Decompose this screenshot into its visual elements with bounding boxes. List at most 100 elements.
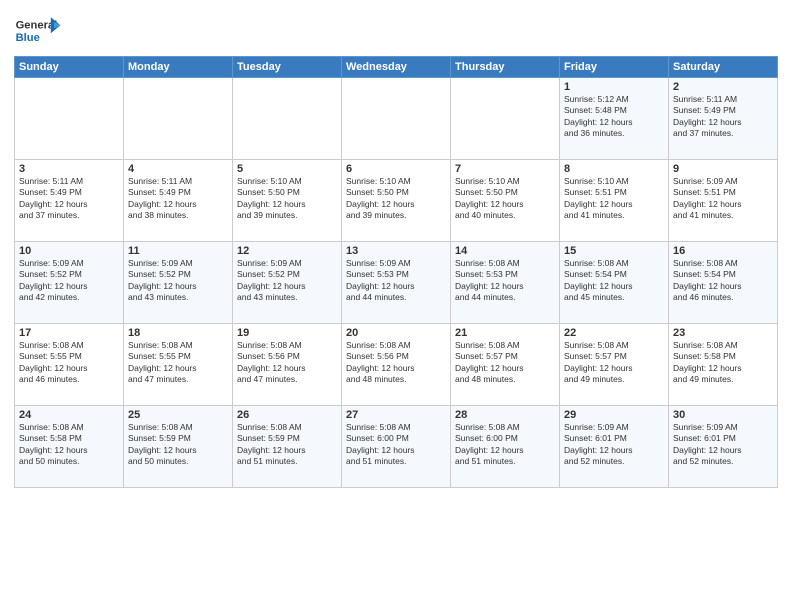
day-number: 16	[673, 245, 773, 257]
day-info: Sunrise: 5:08 AM Sunset: 5:59 PM Dayligh…	[128, 422, 228, 468]
calendar-week-row: 10Sunrise: 5:09 AM Sunset: 5:52 PM Dayli…	[15, 242, 778, 324]
day-info: Sunrise: 5:08 AM Sunset: 5:55 PM Dayligh…	[128, 340, 228, 386]
calendar-week-row: 17Sunrise: 5:08 AM Sunset: 5:55 PM Dayli…	[15, 324, 778, 406]
day-number: 13	[346, 245, 446, 257]
day-number: 21	[455, 327, 555, 339]
day-info: Sunrise: 5:10 AM Sunset: 5:50 PM Dayligh…	[346, 176, 446, 222]
calendar-col-header: Tuesday	[233, 57, 342, 78]
calendar-cell: 7Sunrise: 5:10 AM Sunset: 5:50 PM Daylig…	[451, 160, 560, 242]
calendar-cell	[233, 78, 342, 160]
calendar-cell	[15, 78, 124, 160]
day-info: Sunrise: 5:08 AM Sunset: 6:00 PM Dayligh…	[455, 422, 555, 468]
calendar-cell: 29Sunrise: 5:09 AM Sunset: 6:01 PM Dayli…	[560, 406, 669, 488]
calendar-week-row: 24Sunrise: 5:08 AM Sunset: 5:58 PM Dayli…	[15, 406, 778, 488]
calendar-header-row: SundayMondayTuesdayWednesdayThursdayFrid…	[15, 57, 778, 78]
day-number: 14	[455, 245, 555, 257]
calendar-col-header: Saturday	[669, 57, 778, 78]
calendar-cell: 20Sunrise: 5:08 AM Sunset: 5:56 PM Dayli…	[342, 324, 451, 406]
calendar-cell: 12Sunrise: 5:09 AM Sunset: 5:52 PM Dayli…	[233, 242, 342, 324]
svg-text:Blue: Blue	[16, 32, 40, 44]
calendar-cell: 14Sunrise: 5:08 AM Sunset: 5:53 PM Dayli…	[451, 242, 560, 324]
day-info: Sunrise: 5:08 AM Sunset: 5:59 PM Dayligh…	[237, 422, 337, 468]
day-info: Sunrise: 5:08 AM Sunset: 5:55 PM Dayligh…	[19, 340, 119, 386]
day-number: 29	[564, 409, 664, 421]
calendar-cell: 4Sunrise: 5:11 AM Sunset: 5:49 PM Daylig…	[124, 160, 233, 242]
day-info: Sunrise: 5:08 AM Sunset: 5:58 PM Dayligh…	[19, 422, 119, 468]
day-number: 27	[346, 409, 446, 421]
calendar-cell: 18Sunrise: 5:08 AM Sunset: 5:55 PM Dayli…	[124, 324, 233, 406]
calendar-cell: 22Sunrise: 5:08 AM Sunset: 5:57 PM Dayli…	[560, 324, 669, 406]
calendar-cell: 27Sunrise: 5:08 AM Sunset: 6:00 PM Dayli…	[342, 406, 451, 488]
calendar-cell: 25Sunrise: 5:08 AM Sunset: 5:59 PM Dayli…	[124, 406, 233, 488]
day-info: Sunrise: 5:08 AM Sunset: 5:57 PM Dayligh…	[455, 340, 555, 386]
day-info: Sunrise: 5:09 AM Sunset: 5:53 PM Dayligh…	[346, 258, 446, 304]
calendar-cell: 3Sunrise: 5:11 AM Sunset: 5:49 PM Daylig…	[15, 160, 124, 242]
calendar-cell: 23Sunrise: 5:08 AM Sunset: 5:58 PM Dayli…	[669, 324, 778, 406]
calendar-cell: 2Sunrise: 5:11 AM Sunset: 5:49 PM Daylig…	[669, 78, 778, 160]
calendar-cell: 1Sunrise: 5:12 AM Sunset: 5:48 PM Daylig…	[560, 78, 669, 160]
day-number: 20	[346, 327, 446, 339]
calendar-cell: 17Sunrise: 5:08 AM Sunset: 5:55 PM Dayli…	[15, 324, 124, 406]
day-number: 17	[19, 327, 119, 339]
day-number: 2	[673, 81, 773, 93]
day-number: 15	[564, 245, 664, 257]
logo-icon: General Blue	[14, 10, 62, 50]
page: General Blue SundayMondayTuesdayWednesda…	[0, 0, 792, 612]
calendar-cell: 10Sunrise: 5:09 AM Sunset: 5:52 PM Dayli…	[15, 242, 124, 324]
day-info: Sunrise: 5:10 AM Sunset: 5:50 PM Dayligh…	[237, 176, 337, 222]
calendar-cell: 24Sunrise: 5:08 AM Sunset: 5:58 PM Dayli…	[15, 406, 124, 488]
day-info: Sunrise: 5:09 AM Sunset: 6:01 PM Dayligh…	[564, 422, 664, 468]
day-info: Sunrise: 5:11 AM Sunset: 5:49 PM Dayligh…	[128, 176, 228, 222]
day-number: 3	[19, 163, 119, 175]
day-info: Sunrise: 5:08 AM Sunset: 5:54 PM Dayligh…	[564, 258, 664, 304]
day-number: 8	[564, 163, 664, 175]
calendar-cell: 13Sunrise: 5:09 AM Sunset: 5:53 PM Dayli…	[342, 242, 451, 324]
day-number: 1	[564, 81, 664, 93]
calendar-cell: 5Sunrise: 5:10 AM Sunset: 5:50 PM Daylig…	[233, 160, 342, 242]
day-number: 12	[237, 245, 337, 257]
day-number: 28	[455, 409, 555, 421]
day-info: Sunrise: 5:08 AM Sunset: 5:54 PM Dayligh…	[673, 258, 773, 304]
calendar-col-header: Sunday	[15, 57, 124, 78]
day-info: Sunrise: 5:09 AM Sunset: 5:52 PM Dayligh…	[19, 258, 119, 304]
calendar-cell	[451, 78, 560, 160]
calendar-cell: 8Sunrise: 5:10 AM Sunset: 5:51 PM Daylig…	[560, 160, 669, 242]
day-info: Sunrise: 5:09 AM Sunset: 5:51 PM Dayligh…	[673, 176, 773, 222]
day-info: Sunrise: 5:09 AM Sunset: 6:01 PM Dayligh…	[673, 422, 773, 468]
day-info: Sunrise: 5:10 AM Sunset: 5:50 PM Dayligh…	[455, 176, 555, 222]
day-number: 10	[19, 245, 119, 257]
calendar-col-header: Monday	[124, 57, 233, 78]
day-info: Sunrise: 5:10 AM Sunset: 5:51 PM Dayligh…	[564, 176, 664, 222]
day-number: 5	[237, 163, 337, 175]
calendar-cell: 28Sunrise: 5:08 AM Sunset: 6:00 PM Dayli…	[451, 406, 560, 488]
day-info: Sunrise: 5:09 AM Sunset: 5:52 PM Dayligh…	[237, 258, 337, 304]
day-number: 7	[455, 163, 555, 175]
day-number: 24	[19, 409, 119, 421]
calendar-week-row: 1Sunrise: 5:12 AM Sunset: 5:48 PM Daylig…	[15, 78, 778, 160]
day-number: 19	[237, 327, 337, 339]
day-info: Sunrise: 5:08 AM Sunset: 5:56 PM Dayligh…	[346, 340, 446, 386]
calendar-col-header: Friday	[560, 57, 669, 78]
day-number: 9	[673, 163, 773, 175]
day-info: Sunrise: 5:09 AM Sunset: 5:52 PM Dayligh…	[128, 258, 228, 304]
calendar-cell	[124, 78, 233, 160]
day-info: Sunrise: 5:08 AM Sunset: 6:00 PM Dayligh…	[346, 422, 446, 468]
day-number: 6	[346, 163, 446, 175]
calendar-cell: 30Sunrise: 5:09 AM Sunset: 6:01 PM Dayli…	[669, 406, 778, 488]
header: General Blue	[14, 10, 778, 50]
day-number: 22	[564, 327, 664, 339]
day-info: Sunrise: 5:11 AM Sunset: 5:49 PM Dayligh…	[19, 176, 119, 222]
calendar-cell	[342, 78, 451, 160]
logo: General Blue	[14, 10, 62, 50]
calendar-cell: 19Sunrise: 5:08 AM Sunset: 5:56 PM Dayli…	[233, 324, 342, 406]
day-info: Sunrise: 5:11 AM Sunset: 5:49 PM Dayligh…	[673, 94, 773, 140]
day-info: Sunrise: 5:08 AM Sunset: 5:57 PM Dayligh…	[564, 340, 664, 386]
calendar-cell: 16Sunrise: 5:08 AM Sunset: 5:54 PM Dayli…	[669, 242, 778, 324]
calendar-cell: 26Sunrise: 5:08 AM Sunset: 5:59 PM Dayli…	[233, 406, 342, 488]
calendar-cell: 15Sunrise: 5:08 AM Sunset: 5:54 PM Dayli…	[560, 242, 669, 324]
calendar-col-header: Wednesday	[342, 57, 451, 78]
calendar-cell: 21Sunrise: 5:08 AM Sunset: 5:57 PM Dayli…	[451, 324, 560, 406]
day-info: Sunrise: 5:12 AM Sunset: 5:48 PM Dayligh…	[564, 94, 664, 140]
calendar-cell: 6Sunrise: 5:10 AM Sunset: 5:50 PM Daylig…	[342, 160, 451, 242]
day-number: 30	[673, 409, 773, 421]
